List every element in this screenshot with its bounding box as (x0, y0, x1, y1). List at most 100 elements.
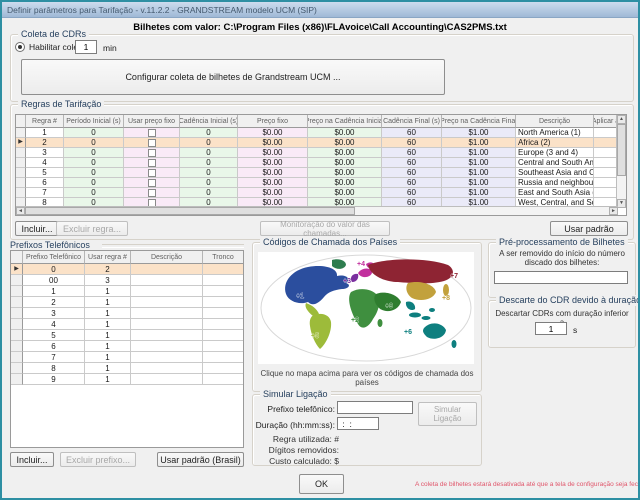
prefixos-cell[interactable] (203, 341, 244, 352)
checkbox-unchecked-icon[interactable] (148, 169, 156, 177)
regras-cell[interactable]: $0.00 (308, 168, 382, 178)
prefixos-cell[interactable]: 1 (85, 319, 131, 330)
descarte-duration-input[interactable] (535, 322, 567, 335)
excluir-regra-button[interactable]: Excluir regra... (56, 221, 128, 236)
prefixos-cell[interactable]: 00 (23, 275, 85, 286)
prefixos-cell[interactable]: 6 (23, 341, 85, 352)
regras-cell[interactable]: 3 (26, 148, 64, 158)
regras-cell[interactable]: Central and South America (5) (516, 158, 594, 168)
prefixos-cell[interactable]: 9 (23, 374, 85, 385)
prefixos-cell[interactable] (131, 308, 203, 319)
pre-remove-input[interactable] (494, 271, 628, 284)
row-selector[interactable] (16, 178, 26, 188)
regras-cell[interactable]: 0 (180, 138, 238, 148)
checkbox-unchecked-icon[interactable] (148, 179, 156, 187)
regras-grid[interactable]: Regra #Período Inicial (s)Usar preço fix… (15, 114, 627, 216)
regras-cell[interactable]: $1.00 (442, 178, 516, 188)
row-selector[interactable] (11, 363, 23, 374)
regras-cell[interactable]: $0.00 (308, 148, 382, 158)
regras-cell[interactable] (124, 148, 180, 158)
regras-column-header[interactable]: Cadência Final (s) (382, 115, 442, 128)
regras-cell[interactable]: 60 (382, 188, 442, 198)
monitoracao-chamadas-button[interactable]: Monitoração do valor das chamadas... (260, 221, 390, 236)
row-selector[interactable] (16, 168, 26, 178)
prefixos-cell[interactable] (131, 275, 203, 286)
prefixos-cell[interactable] (203, 319, 244, 330)
regras-cell[interactable]: $0.00 (308, 138, 382, 148)
regras-cell[interactable]: 60 (382, 148, 442, 158)
prefixos-cell[interactable]: 2 (23, 297, 85, 308)
prefixos-cell[interactable] (131, 374, 203, 385)
regras-cell[interactable]: $1.00 (442, 188, 516, 198)
regras-cell[interactable]: 60 (382, 158, 442, 168)
regras-column-header[interactable]: Preço na Cadência Final (442, 115, 516, 128)
regras-cell[interactable]: 0 (64, 138, 124, 148)
regras-cell[interactable]: $0.00 (238, 148, 308, 158)
regras-cell[interactable] (124, 138, 180, 148)
simular-duracao-input[interactable] (337, 417, 379, 430)
prefixos-cell[interactable]: 1 (23, 286, 85, 297)
regras-cell[interactable]: North America (1) (516, 128, 594, 138)
scroll-right-icon[interactable]: ► (609, 207, 618, 215)
row-selector[interactable] (11, 374, 23, 385)
regras-cell[interactable]: $1.00 (442, 138, 516, 148)
regras-cell[interactable] (124, 188, 180, 198)
prefixos-column-header[interactable]: Usar regra # (85, 251, 131, 264)
row-selector[interactable] (11, 275, 23, 286)
regras-column-header[interactable]: Aplicar a (594, 115, 618, 128)
regras-cell[interactable] (124, 178, 180, 188)
row-selector[interactable] (11, 352, 23, 363)
regras-cell[interactable]: $0.00 (238, 128, 308, 138)
row-selector[interactable] (11, 308, 23, 319)
regras-column-header[interactable]: Cadência Inicial (s) (180, 115, 238, 128)
regras-cell[interactable]: Southeast Asia and Oceania (6) (516, 168, 594, 178)
prefixos-cell[interactable] (203, 363, 244, 374)
usar-padrao-brasil-button[interactable]: Usar padrão (Brasil) (157, 452, 244, 467)
prefixos-cell[interactable] (131, 264, 203, 275)
prefixos-cell[interactable]: 8 (23, 363, 85, 374)
row-selector[interactable] (16, 128, 26, 138)
row-selector[interactable] (11, 319, 23, 330)
regras-cell[interactable] (124, 128, 180, 138)
incluir-prefixo-button[interactable]: Incluir... (10, 452, 54, 467)
regras-cell[interactable]: 0 (64, 128, 124, 138)
regras-cell[interactable]: $1.00 (442, 148, 516, 158)
regras-cell[interactable]: East and South Asia (8) (516, 188, 594, 198)
hscroll-track[interactable] (355, 207, 609, 215)
regras-cell[interactable]: 5 (26, 168, 64, 178)
regras-cell[interactable]: 0 (180, 188, 238, 198)
regras-cell[interactable]: 4 (26, 158, 64, 168)
checkbox-unchecked-icon[interactable] (148, 189, 156, 197)
prefixos-cell[interactable] (131, 341, 203, 352)
simular-prefixo-input[interactable] (337, 401, 413, 414)
row-selector[interactable] (16, 158, 26, 168)
prefixos-cell[interactable] (131, 286, 203, 297)
checkbox-unchecked-icon[interactable] (148, 129, 156, 137)
prefixos-cell[interactable]: 1 (85, 308, 131, 319)
prefixos-column-header[interactable]: Descrição (131, 251, 203, 264)
regras-cell[interactable]: 0 (180, 148, 238, 158)
prefixos-cell[interactable]: 1 (85, 374, 131, 385)
row-selector[interactable] (11, 297, 23, 308)
prefixos-cell[interactable]: 1 (85, 286, 131, 297)
regras-vscrollbar[interactable]: ▲ ▼ (616, 115, 626, 208)
regras-cell[interactable]: 60 (382, 138, 442, 148)
prefixos-cell[interactable] (131, 319, 203, 330)
regras-cell[interactable]: 0 (180, 128, 238, 138)
regras-cell[interactable]: $1.00 (442, 168, 516, 178)
regras-column-header[interactable]: Preço na Cadência Inicial (308, 115, 382, 128)
world-calling-codes-map[interactable]: +1+2+3+4+5+6+7+8+9 (258, 252, 474, 364)
regras-cell[interactable]: $0.00 (238, 178, 308, 188)
prefixos-cell[interactable] (203, 264, 244, 275)
regras-column-header[interactable]: Período Inicial (s) (64, 115, 124, 128)
regras-cell[interactable] (594, 188, 618, 198)
prefixos-cell[interactable]: 5 (23, 330, 85, 341)
prefixos-cell[interactable] (203, 308, 244, 319)
regras-cell[interactable]: $0.00 (308, 188, 382, 198)
row-selector[interactable] (11, 330, 23, 341)
incluir-regra-button[interactable]: Incluir... (15, 221, 59, 236)
prefixos-grid[interactable]: Prefixo TelefônicoUsar regra #DescriçãoT… (10, 250, 244, 448)
prefixos-cell[interactable] (131, 297, 203, 308)
regras-cell[interactable] (594, 168, 618, 178)
regras-cell[interactable]: $0.00 (238, 188, 308, 198)
